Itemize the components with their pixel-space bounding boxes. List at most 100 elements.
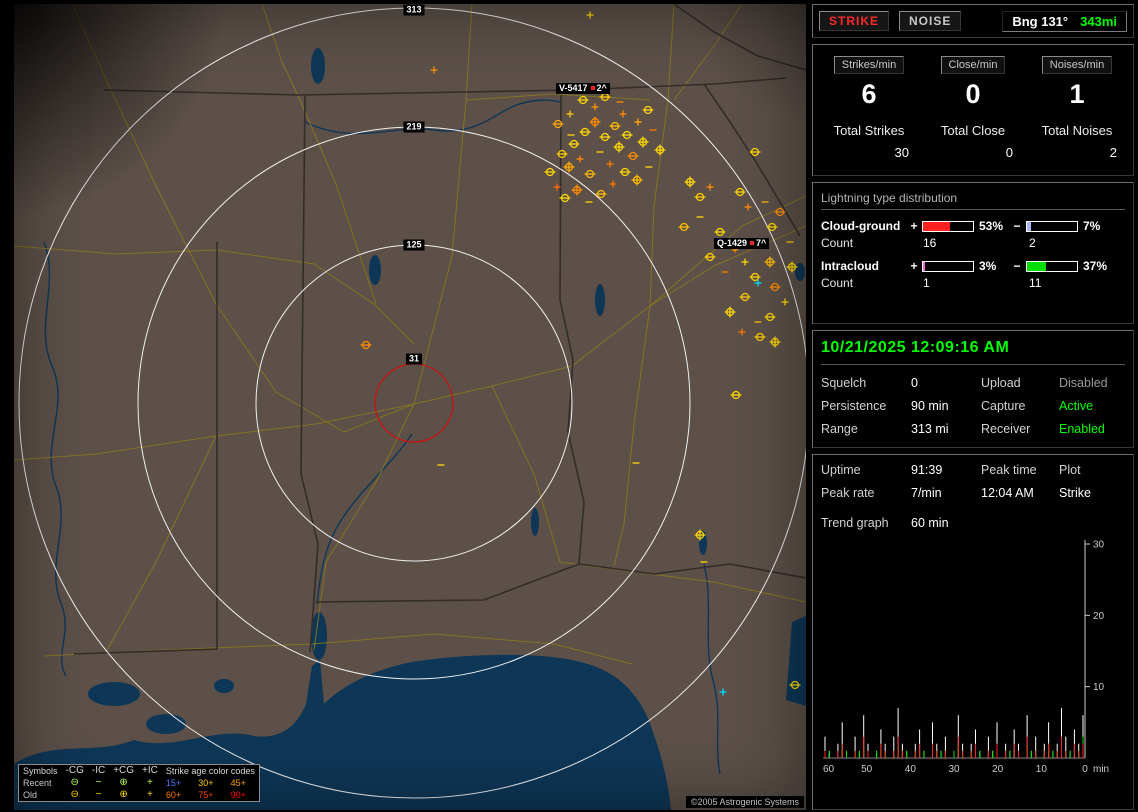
bearing-value: Bng 131° bbox=[1012, 14, 1068, 29]
svg-text:0: 0 bbox=[1082, 764, 1088, 775]
total-close-value: 0 bbox=[921, 145, 1025, 160]
distribution-section: Lightning type distribution Cloud-ground… bbox=[812, 182, 1134, 324]
plus-sign: + bbox=[909, 219, 919, 233]
strike-symbol-cgn bbox=[622, 132, 633, 139]
ic-negative-pct: 37% bbox=[1081, 259, 1111, 273]
ic-positive-pct: 3% bbox=[977, 259, 1011, 273]
legend-col-ic-neg: -IC bbox=[88, 765, 109, 777]
uptime-label: Uptime bbox=[821, 463, 911, 477]
strike-symbol-cgn bbox=[628, 153, 639, 160]
receiver-label: Receiver bbox=[981, 422, 1059, 436]
cg-neg-recent-icon: ⊖ bbox=[62, 777, 88, 789]
settings-grid: Squelch 0 Upload Disabled Persistence 90… bbox=[821, 376, 1125, 436]
strike-symbol-cgp bbox=[614, 142, 625, 153]
ic-negative-count: 11 bbox=[1015, 276, 1125, 290]
legend-recent-label: Recent bbox=[19, 777, 62, 789]
strike-symbol-icp bbox=[577, 156, 584, 163]
strike-symbol-cgn bbox=[715, 229, 726, 236]
cg-count-label: Count bbox=[821, 236, 909, 250]
trend-graph-label: Trend graph bbox=[821, 516, 911, 530]
svg-text:50: 50 bbox=[861, 764, 873, 775]
intracloud-count-row: Count 1 11 bbox=[821, 276, 1125, 290]
map-view[interactable]: Symbols -CG -IC +CG +IC Strike age color… bbox=[14, 4, 806, 810]
ic-neg-old-icon: − bbox=[88, 789, 109, 801]
ic-positive-bar-fill bbox=[923, 262, 925, 271]
strike-symbol-cgn bbox=[750, 149, 761, 156]
svg-text:40: 40 bbox=[905, 764, 917, 775]
strike-symbol-cgp bbox=[632, 175, 643, 186]
strike-symbol-icp bbox=[554, 184, 561, 191]
strike-symbol-icp bbox=[567, 111, 574, 118]
strike-symbol-cgp bbox=[655, 145, 666, 156]
strike-symbol-icp bbox=[610, 181, 617, 188]
age-code-15: 15+ bbox=[162, 777, 194, 789]
cloud-ground-count-row: Count 16 2 bbox=[821, 236, 1125, 250]
total-close-label: Total Close bbox=[921, 123, 1025, 138]
svg-text:20: 20 bbox=[1093, 611, 1105, 622]
strike-symbol-cgn bbox=[770, 284, 781, 291]
peak-time-value: 12:04 AM bbox=[981, 486, 1059, 500]
ring-range-label: 125 bbox=[403, 240, 424, 251]
strikes-per-min-column: Strikes/min 6 Total Strikes 30 bbox=[817, 55, 921, 160]
plus-sign: + bbox=[909, 259, 919, 273]
persistence-value: 90 min bbox=[911, 399, 981, 413]
strike-symbol-cgn bbox=[755, 334, 766, 341]
age-code-90: 90+ bbox=[227, 789, 259, 801]
strike-symbol-cgn bbox=[695, 194, 706, 201]
total-noises-value: 2 bbox=[1025, 145, 1129, 160]
strike-symbol-cgn bbox=[361, 342, 372, 349]
cg-negative-bar bbox=[1026, 221, 1078, 232]
strike-symbol-cgn bbox=[560, 195, 571, 202]
strike-symbol-cgn bbox=[679, 224, 690, 231]
receiver-status: Enabled bbox=[1059, 422, 1125, 436]
distribution-title: Lightning type distribution bbox=[821, 191, 1125, 210]
cg-positive-count: 16 bbox=[909, 236, 1015, 250]
strike-symbol-icp bbox=[739, 329, 746, 336]
close-per-min-value: 0 bbox=[921, 79, 1025, 110]
peak-rate-label: Peak rate bbox=[821, 486, 911, 500]
strikes-per-min-value: 6 bbox=[817, 79, 921, 110]
peak-time-label: Peak time bbox=[981, 463, 1059, 477]
side-panel: STRIKE NOISE Bng 131° 343mi Strikes/min … bbox=[812, 4, 1134, 810]
strike-symbol-cgn bbox=[553, 121, 564, 128]
close-per-min-column: Close/min 0 Total Close 0 bbox=[921, 55, 1025, 160]
ic-positive-bar bbox=[922, 261, 974, 272]
strike-symbol-icp bbox=[720, 689, 727, 696]
strikes-per-min-chip: Strikes/min bbox=[834, 56, 904, 74]
svg-text:10: 10 bbox=[1036, 764, 1048, 775]
range-setting-value: 313 mi bbox=[911, 422, 981, 436]
copyright-notice: ©2005 Astrogenic Systems bbox=[686, 796, 804, 808]
strike-symbol-cgn bbox=[735, 189, 746, 196]
uptime-value: 91:39 bbox=[911, 463, 981, 477]
clock-section: 10/21/2025 12:09:16 AM Squelch 0 Upload … bbox=[812, 330, 1134, 448]
strike-symbol-cgn bbox=[643, 107, 654, 114]
strike-symbol-cgn bbox=[705, 254, 716, 261]
ic-pos-old-icon: + bbox=[138, 789, 162, 801]
age-code-75: 75+ bbox=[194, 789, 226, 801]
strike-mode-button[interactable]: STRIKE bbox=[819, 11, 889, 31]
datetime-display: 10/21/2025 12:09:16 AM bbox=[821, 339, 1125, 365]
legend-old-label: Old bbox=[19, 789, 62, 801]
strike-symbol-cgp bbox=[685, 177, 696, 188]
noise-mode-button[interactable]: NOISE bbox=[899, 11, 961, 31]
upload-label: Upload bbox=[981, 376, 1059, 390]
legend-col-cg-pos: +CG bbox=[109, 765, 138, 777]
legend-col-cg-neg: -CG bbox=[62, 765, 88, 777]
strike-symbol-cgp bbox=[770, 337, 781, 348]
cg-positive-pct: 53% bbox=[977, 219, 1011, 233]
total-noises-label: Total Noises bbox=[1025, 123, 1129, 138]
strike-symbol-cgn bbox=[767, 224, 778, 231]
squelch-value: 0 bbox=[911, 376, 981, 390]
strike-symbol-cgn bbox=[750, 274, 761, 281]
ring-range-label: 31 bbox=[406, 354, 422, 365]
svg-text:10: 10 bbox=[1093, 682, 1105, 693]
strike-symbol-cgn bbox=[731, 392, 742, 399]
strike-symbol-icp bbox=[742, 259, 749, 266]
strike-symbol-cgn bbox=[557, 151, 568, 158]
strike-symbol-icp bbox=[607, 161, 614, 168]
cg-neg-old-icon: ⊖ bbox=[62, 789, 88, 801]
cloud-ground-row: Cloud-ground + 53% − 7% bbox=[821, 219, 1125, 233]
map-legend: Symbols -CG -IC +CG +IC Strike age color… bbox=[18, 764, 260, 802]
strike-symbol-cgn bbox=[600, 134, 611, 141]
strike-symbol-cgp bbox=[590, 117, 601, 128]
